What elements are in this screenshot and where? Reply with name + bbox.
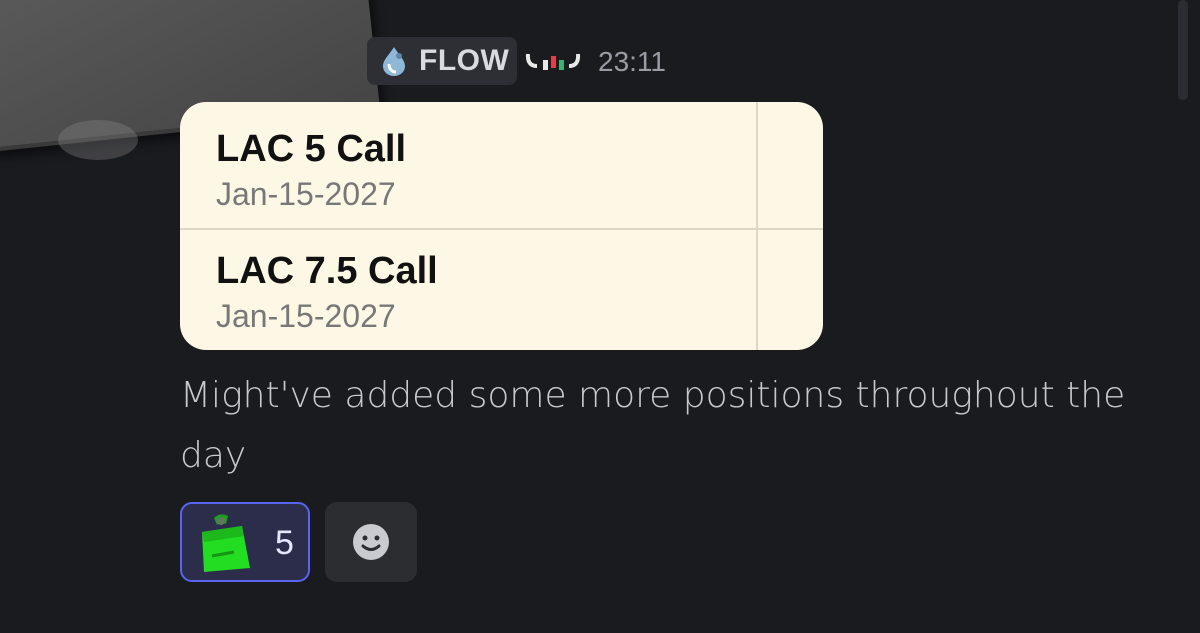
add-reaction-button[interactable] [325,502,417,582]
scrollbar[interactable] [1178,0,1188,100]
green-bag-icon [202,514,250,572]
card-divider-horizontal [180,228,823,230]
role-tag-label: FLOW [419,44,510,77]
option-date: Jan-15-2027 [216,298,396,334]
message-timestamp[interactable]: 23:11 [598,46,666,78]
reaction-button[interactable]: 5 [180,502,310,582]
option-title: LAC 5 Call [216,128,407,170]
attachment-image[interactable]: LAC 5 Call Jan-15-2027 LAC 7.5 Call Jan-… [180,102,823,350]
option-date: Jan-15-2027 [216,176,396,212]
message-text: Might've added some more positions throu… [180,375,1126,476]
bull-icon [525,53,581,70]
card-divider-vertical [756,102,758,350]
smiley-icon [353,524,389,560]
reaction-count: 5 [275,524,294,562]
avatar[interactable] [58,120,138,160]
option-title: LAC 7.5 Call [216,250,438,292]
water-drop-icon [383,47,405,76]
role-tag[interactable]: FLOW [367,37,517,85]
